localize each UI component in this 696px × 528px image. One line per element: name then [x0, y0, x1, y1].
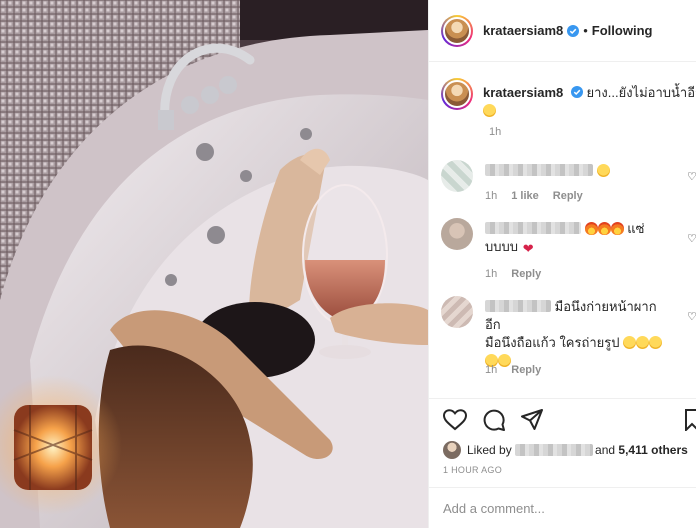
caption-avatar[interactable]	[441, 78, 473, 110]
comment-meta: 1h Reply	[485, 268, 541, 280]
comment-reply-button[interactable]: Reply	[511, 364, 541, 376]
comment-time: 1h	[485, 268, 498, 280]
comment-body: มือนึงก่ายหน้าผาก อีก มือนึงถือแก้ว ใครถ…	[485, 298, 675, 370]
comment-avatar[interactable]	[441, 218, 473, 250]
likes-suffix: and	[595, 443, 616, 457]
blurred-comment-text	[485, 164, 593, 176]
likes-prefix: Liked by	[467, 443, 512, 457]
header-separator: •	[583, 23, 588, 38]
author-avatar[interactable]	[441, 14, 473, 47]
comment-icon[interactable]	[483, 409, 505, 431]
smirk-emoji-icon	[623, 336, 637, 349]
liker-avatar[interactable]	[443, 441, 461, 459]
comment-heart-icon[interactable]: ♡	[687, 232, 696, 245]
comment-text-line1: แซ่	[627, 221, 645, 236]
fire-emoji-icon	[610, 222, 624, 235]
action-icons	[443, 409, 543, 431]
heart-icon[interactable]	[443, 409, 467, 431]
blurred-username[interactable]	[485, 222, 581, 234]
smirk-emoji-icon	[649, 336, 663, 349]
likes-summary: Liked by and 5,411 others	[443, 441, 688, 459]
comment-meta: 1h Reply	[485, 364, 541, 376]
comment-reply-button[interactable]: Reply	[511, 268, 541, 280]
bathtub-photo-image	[0, 0, 428, 528]
bookmark-icon[interactable]	[685, 409, 696, 431]
caption-text-container: krataersiam8 ยาง...ยังไม่อาบน้ำอีก	[483, 78, 696, 120]
verified-badge-icon	[570, 86, 583, 98]
post-caption: krataersiam8 ยาง...ยังไม่อาบน้ำอีก	[441, 78, 696, 120]
likes-count[interactable]: 5,411 others	[618, 443, 687, 457]
add-comment-input[interactable]: Add a comment...	[429, 487, 696, 528]
grinning-emoji-icon	[596, 164, 610, 177]
caption-time: 1h	[489, 126, 502, 138]
smirk-emoji-icon	[636, 336, 650, 349]
author-username[interactable]: krataersiam8	[483, 23, 563, 38]
caption-username[interactable]: krataersiam8	[483, 85, 563, 100]
grinning-emoji-icon	[483, 104, 496, 117]
blurred-username[interactable]	[485, 300, 551, 312]
comment-avatar[interactable]	[441, 160, 473, 192]
comment-heart-icon[interactable]: ♡	[687, 170, 696, 183]
comment-likes[interactable]: 1 like	[511, 190, 539, 202]
comment-time: 1h	[485, 364, 498, 376]
comment-heart-icon[interactable]: ♡	[687, 310, 696, 323]
comment-reply-button[interactable]: Reply	[553, 190, 583, 202]
fire-emoji-icon	[584, 222, 598, 235]
heart-emoji-icon: ❤	[522, 241, 534, 256]
post-photo	[0, 0, 428, 528]
post-header: krataersiam8 • Following	[429, 0, 696, 62]
post-time-ago: 1 HOUR AGO	[443, 465, 503, 475]
caption-text: ยาง...ยังไม่อาบน้ำอีก	[586, 85, 696, 100]
comment-text-line2: บบบบ	[485, 239, 519, 254]
comment-body	[485, 162, 675, 180]
share-icon[interactable]	[521, 409, 543, 431]
comment-meta: 1h 1 like Reply	[485, 190, 583, 202]
comment-text-line2: มือนึงถือแก้ว ใครถ่ายรูป	[485, 335, 620, 350]
fire-emoji-icon	[597, 222, 611, 235]
comment-time: 1h	[485, 190, 498, 202]
post-actions-section: Liked by and 5,411 others 1 HOUR AGO Add…	[429, 398, 696, 528]
post-detail-panel: krataersiam8 • Following krataersiam8 ยา…	[428, 0, 696, 528]
comment-avatar[interactable]	[441, 296, 473, 328]
verified-badge-icon	[567, 24, 580, 37]
blurred-liker-name[interactable]	[515, 444, 594, 456]
comment-body: แซ่ บบบบ ❤	[485, 220, 675, 256]
following-button[interactable]: Following	[592, 23, 653, 38]
